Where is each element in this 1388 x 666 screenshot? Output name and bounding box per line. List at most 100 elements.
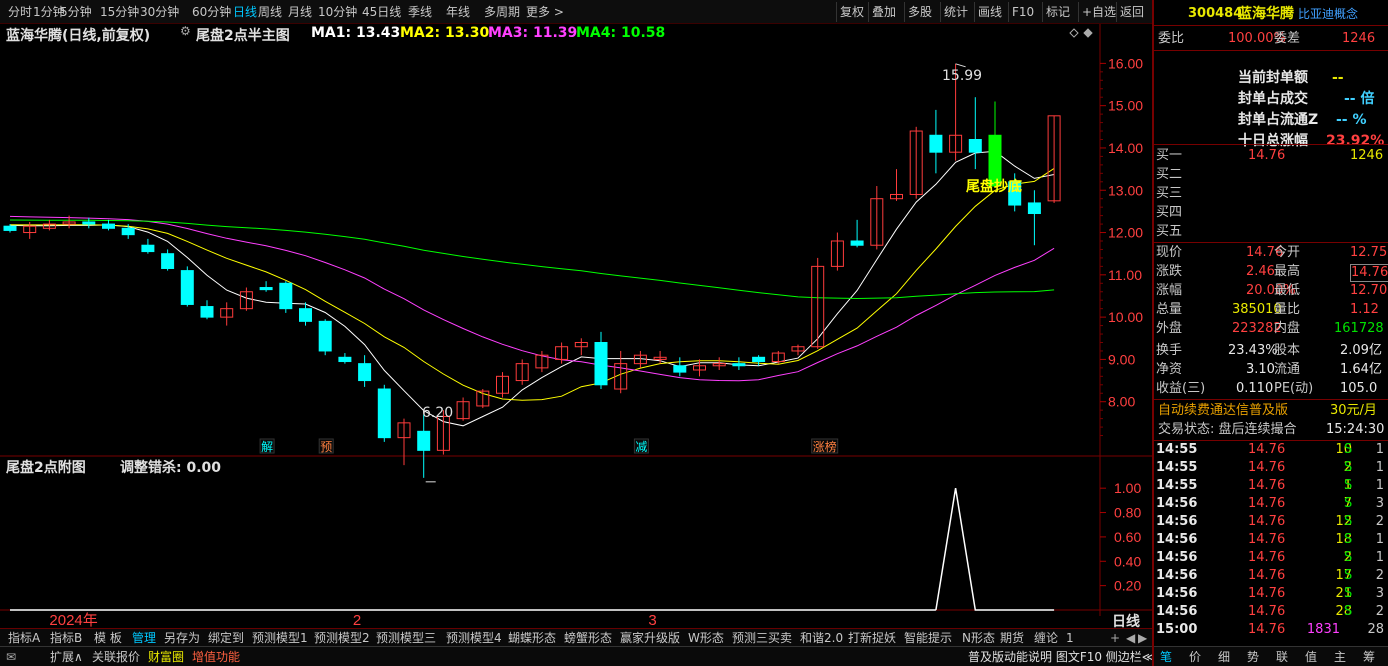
panel-tab-5[interactable]: 值 xyxy=(1305,649,1317,665)
panel-tab-1[interactable]: 价 xyxy=(1189,649,1201,665)
gear-icon[interactable]: ⚙ xyxy=(180,24,191,38)
indicator-tab-14[interactable]: 预测三买卖 xyxy=(732,630,792,646)
indicator-tab-7[interactable]: 预测模型2 xyxy=(314,630,370,646)
y-tick-label: 10.00 xyxy=(1108,309,1143,325)
status-item-0[interactable]: 扩展∧ xyxy=(50,649,83,665)
period-toolbar: 分时 1分钟 5分钟 15分钟 30分钟 60分钟 日线 周线 月线 10分钟 45日线 季线 年线 多周… xyxy=(0,0,1152,24)
candle-body xyxy=(82,221,96,225)
quote-panel: 300484 蓝海华腾 比亚迪概念 委比 100.00% 委差 1246 当前封… xyxy=(1152,0,1388,666)
toolbar-separator xyxy=(1116,2,1117,22)
add-tab-button[interactable]: + xyxy=(1110,630,1120,646)
indicator-tab-3[interactable]: 管理 xyxy=(132,630,156,646)
toolbar-separator xyxy=(1008,2,1009,22)
tool-8[interactable]: 返回 xyxy=(1120,4,1144,20)
indicator-tab-16[interactable]: 打新捉妖 xyxy=(848,630,896,646)
period-14[interactable]: 更多 > xyxy=(526,4,564,20)
indicator-tab-5[interactable]: 绑定到 xyxy=(208,630,244,646)
tool-1[interactable]: 叠加 xyxy=(872,4,896,20)
signal-label: 减 xyxy=(635,440,647,454)
indicator-tab-21[interactable]: 1 xyxy=(1066,630,1074,646)
panel-tab-4[interactable]: 联 xyxy=(1276,649,1288,665)
mail-icon[interactable]: ✉ xyxy=(6,649,16,665)
period-7[interactable]: 周线 xyxy=(258,4,282,20)
book-price-0[interactable]: 14.76 xyxy=(1248,148,1285,164)
stock-name: 蓝海华腾 xyxy=(1238,6,1294,22)
candle-body xyxy=(673,365,687,373)
tick-count-8: 3 xyxy=(1375,586,1384,601)
status-item-1[interactable]: 关联报价 xyxy=(92,649,140,665)
concept-label[interactable]: 比亚迪概念 xyxy=(1298,6,1358,22)
candle-body xyxy=(141,244,155,253)
period-12[interactable]: 年线 xyxy=(446,4,470,20)
y-tick-label: 16.00 xyxy=(1108,55,1143,71)
period-10[interactable]: 45日线 xyxy=(362,4,401,20)
promo-text[interactable]: 自动续费通达信普及版 xyxy=(1158,403,1288,419)
indicator-tab-20[interactable]: 缠论 xyxy=(1034,630,1058,646)
indicator-tab-19[interactable]: 期货 xyxy=(1000,630,1024,646)
indicator-tab-1[interactable]: 指标B xyxy=(50,630,82,646)
tool-5[interactable]: F10 xyxy=(1012,4,1034,20)
y-tick-label: 13.00 xyxy=(1108,182,1143,198)
tool-7[interactable]: +自选 xyxy=(1082,4,1116,20)
tool-0[interactable]: 复权 xyxy=(840,4,864,20)
status-item-2[interactable]: 财富圈 xyxy=(148,649,184,665)
status-bar: 普及版动能说明 图文F10 侧边栏≪ ✉ 扩展∧ 关联报价 财富圈 增值功能 xyxy=(0,646,1154,666)
tick-side-1: S xyxy=(1344,460,1353,475)
toolbar-separator xyxy=(1078,2,1079,22)
tick-vol-10: 1831 xyxy=(1306,622,1340,637)
candle-body xyxy=(929,134,943,153)
panel-tab-6[interactable]: 主 xyxy=(1334,649,1346,665)
period-0[interactable]: 分时 xyxy=(8,4,32,20)
indicator-tab-0[interactable]: 指标A xyxy=(8,630,40,646)
tool-6[interactable]: 标记 xyxy=(1046,4,1070,20)
period-9[interactable]: 10分钟 xyxy=(318,4,357,20)
indicator-tab-12[interactable]: 赢家升级版 xyxy=(620,630,680,646)
indicator-tab-11[interactable]: 螃蟹形态 xyxy=(564,630,612,646)
kline-chart[interactable]: 16.00 15.00 14.00 13.00 12.00 11.00 10.00 9.00 8… xyxy=(0,24,1152,628)
indicator-tab-8[interactable]: 预测模型三 xyxy=(376,630,436,646)
tick-price-3: 14.76 xyxy=(1248,496,1286,511)
indicator-tab-15[interactable]: 和谐2.0 xyxy=(800,630,843,646)
period-6[interactable]: 日线 xyxy=(233,4,257,20)
panel-tab-3[interactable]: 势 xyxy=(1247,649,1259,665)
quote-label-a-7: 收益(三) xyxy=(1156,381,1206,396)
status-item-3[interactable]: 增值功能 xyxy=(192,649,240,665)
period-8[interactable]: 月线 xyxy=(288,4,312,20)
quote-label-a-3: 总量 xyxy=(1156,302,1183,317)
period-13[interactable]: 多周期 xyxy=(484,4,520,20)
tick-side-8: S xyxy=(1344,586,1353,601)
indicator-tab-17[interactable]: 智能提示 xyxy=(904,630,952,646)
period-3[interactable]: 15分钟 xyxy=(100,4,139,20)
tool-2[interactable]: 多股 xyxy=(908,4,932,20)
y-tick-label: 11.00 xyxy=(1108,267,1142,283)
period-5[interactable]: 60分钟 xyxy=(192,4,231,20)
tab-right-icon[interactable]: ▶ xyxy=(1138,630,1147,646)
indicator-name[interactable]: 尾盘2点半主图 xyxy=(196,25,290,45)
panel-tab-7[interactable]: 筹 xyxy=(1363,649,1375,665)
panel-tab-2[interactable]: 细 xyxy=(1218,649,1230,665)
tool-3[interactable]: 统计 xyxy=(944,4,968,20)
tool-4[interactable]: 画线 xyxy=(978,4,1002,20)
low-price-label: 6.20 xyxy=(422,405,454,421)
indicator-tab-4[interactable]: 另存为 xyxy=(164,630,200,646)
period-4[interactable]: 30分钟 xyxy=(140,4,179,20)
indicator-tab-10[interactable]: 蝴蝶形态 xyxy=(508,630,556,646)
status-right[interactable]: 普及版动能说明 图文F10 侧边栏≪ xyxy=(968,649,1154,665)
toolbar-separator xyxy=(868,2,869,22)
indicator-tab-18[interactable]: N形态 xyxy=(962,630,995,646)
indicator-tab-2[interactable]: 模 板 xyxy=(94,630,122,646)
indicator-tab-6[interactable]: 预测模型1 xyxy=(252,630,308,646)
tab-left-icon[interactable]: ◀ xyxy=(1126,630,1135,646)
sub-indicator-name[interactable]: 尾盘2点附图 xyxy=(6,457,86,477)
indicator-tab-9[interactable]: 预测模型4 xyxy=(446,630,502,646)
seal-label-2: 封单占流通Z xyxy=(1238,112,1319,128)
ma2-line xyxy=(9,167,1055,401)
book-label-0: 买一 xyxy=(1156,148,1183,163)
promo-price: 30元/月 xyxy=(1330,403,1377,418)
indicator-tab-13[interactable]: W形态 xyxy=(688,630,724,646)
panel-tab-0[interactable]: 笔 xyxy=(1160,649,1172,665)
period-2[interactable]: 5分钟 xyxy=(60,4,92,20)
period-11[interactable]: 季线 xyxy=(408,4,432,20)
sub-y-tick-label: 0.60 xyxy=(1114,529,1141,545)
tick-time-4: 14:56 xyxy=(1156,514,1198,529)
